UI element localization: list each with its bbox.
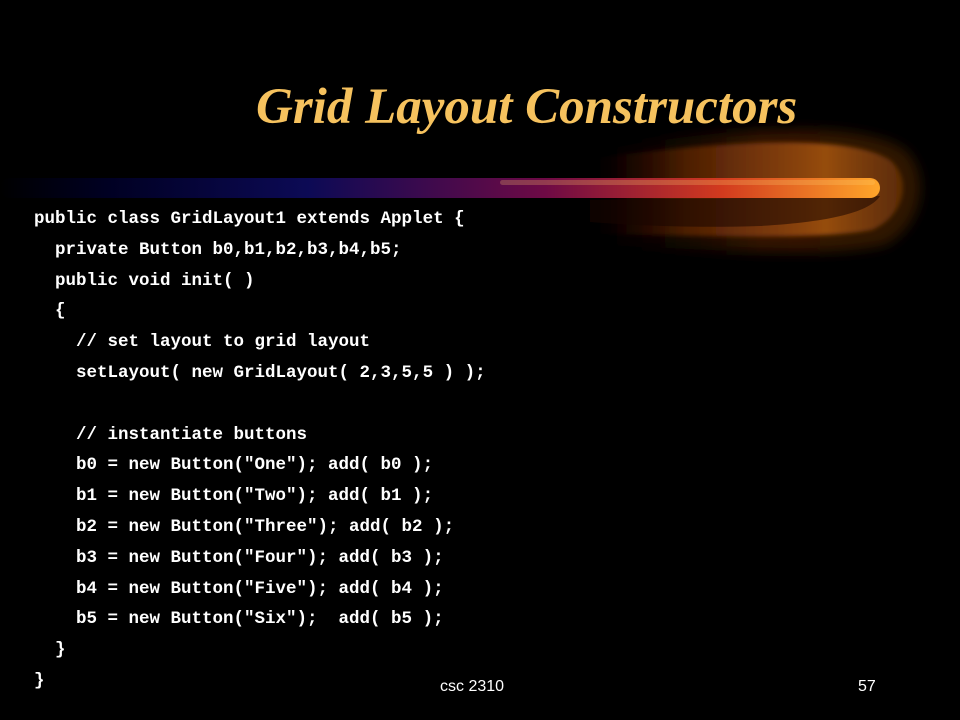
code-line: public void init( ): [34, 270, 255, 291]
code-line: setLayout( new GridLayout( 2,3,5,5 ) );: [34, 362, 486, 383]
code-block: public class GridLayout1 extends Applet …: [34, 204, 486, 697]
footer-course: csc 2310: [440, 678, 505, 695]
swoosh-bar-highlight: [500, 180, 875, 185]
code-line: b4 = new Button("Five"); add( b4 );: [34, 578, 444, 599]
code-line: }: [34, 640, 66, 661]
code-line: b2 = new Button("Three"); add( b2 );: [34, 516, 455, 537]
code-line: }: [34, 670, 45, 691]
slide: Grid Layout Constructors public class Gr…: [0, 0, 960, 720]
code-line: // set layout to grid layout: [34, 332, 371, 353]
code-line: {: [34, 301, 66, 322]
slide-title: Grid Layout Constructors: [256, 79, 798, 135]
code-line: b5 = new Button("Six"); add( b5 );: [34, 609, 444, 630]
code-line: public class GridLayout1 extends Applet …: [34, 209, 465, 229]
code-line: b1 = new Button("Two"); add( b1 );: [34, 486, 434, 507]
code-line: b0 = new Button("One"); add( b0 );: [34, 455, 434, 476]
code-line: private Button b0,b1,b2,b3,b4,b5;: [34, 239, 402, 260]
code-line: b3 = new Button("Four"); add( b3 );: [34, 547, 444, 568]
footer-page-number: 57: [858, 678, 876, 695]
code-line: // instantiate buttons: [34, 424, 308, 445]
